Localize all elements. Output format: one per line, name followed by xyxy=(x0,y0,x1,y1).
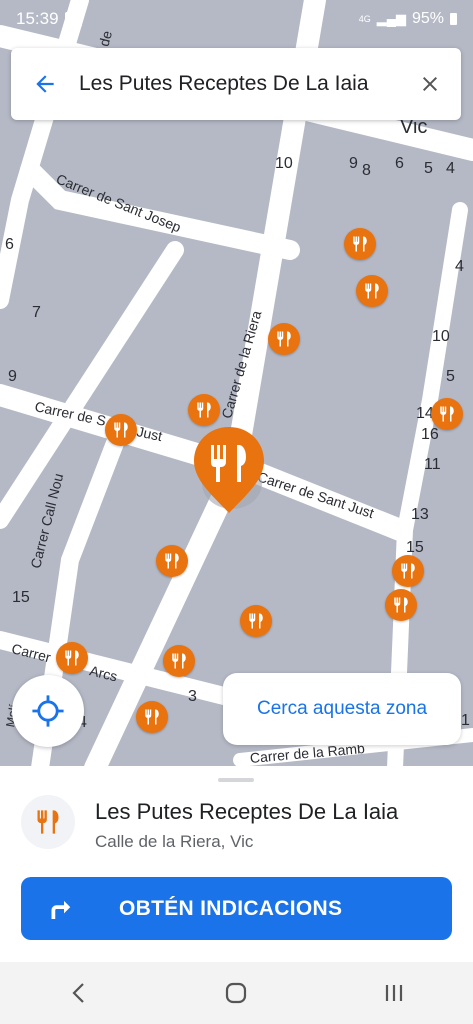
fork-knife-icon xyxy=(401,563,415,579)
signal-icon: ▂▄▆ xyxy=(376,11,406,26)
battery-icon xyxy=(450,13,457,25)
fork-knife-icon xyxy=(145,709,159,725)
search-this-area-button[interactable]: Cerca aquesta zona xyxy=(223,673,461,745)
restaurant-pin[interactable] xyxy=(163,645,195,677)
fork-knife-icon xyxy=(114,422,128,438)
clear-button[interactable] xyxy=(399,72,461,96)
fork-knife-icon xyxy=(249,613,263,629)
house-number: 6 xyxy=(395,155,404,172)
directions-label: OBTÉN INDICACIONS xyxy=(119,896,343,920)
clock: 15:39 xyxy=(16,9,59,28)
chevron-left-icon xyxy=(72,983,84,1003)
house-number: 5 xyxy=(424,160,433,177)
network-type: 4G xyxy=(358,14,371,24)
fork-knife-icon xyxy=(277,331,291,347)
restaurant-pin[interactable] xyxy=(344,228,376,260)
restaurant-pin[interactable] xyxy=(188,394,220,426)
fork-knife-icon xyxy=(197,402,211,418)
house-number: 7 xyxy=(32,304,41,321)
nav-home-button[interactable] xyxy=(206,981,266,1005)
sheet-handle[interactable] xyxy=(218,778,254,782)
house-number: 10 xyxy=(432,328,450,345)
house-number: 8 xyxy=(362,162,371,179)
restaurant-pin[interactable] xyxy=(56,642,88,674)
fork-knife-icon xyxy=(394,597,408,613)
search-query[interactable]: Les Putes Receptes De La Iaia xyxy=(79,72,399,96)
battery-level: 95% xyxy=(411,10,444,27)
house-number: 11 xyxy=(424,456,441,473)
house-number: 9 xyxy=(8,368,17,385)
my-location-button[interactable] xyxy=(12,675,84,747)
get-directions-button[interactable]: OBTÉN INDICACIONS xyxy=(21,877,452,940)
fork-knife-icon xyxy=(353,236,367,252)
restaurant-pin[interactable] xyxy=(385,589,417,621)
restaurant-pin[interactable] xyxy=(268,323,300,355)
restaurant-pin[interactable] xyxy=(105,414,137,446)
recents-icon xyxy=(386,985,403,1001)
house-number: 13 xyxy=(411,506,429,523)
back-button[interactable] xyxy=(11,71,79,97)
house-number: 16 xyxy=(421,426,439,443)
house-number: 4 xyxy=(446,160,455,177)
house-number: 9 xyxy=(349,155,358,172)
fork-knife-icon xyxy=(165,553,179,569)
restaurant-pin[interactable] xyxy=(136,701,168,733)
restaurant-pin[interactable] xyxy=(431,398,463,430)
house-number: 1 xyxy=(461,712,470,729)
place-category-icon xyxy=(21,795,75,849)
house-number: 6 xyxy=(5,236,14,253)
house-number: 10 xyxy=(275,155,293,172)
nav-recents-button[interactable] xyxy=(364,981,424,1005)
fork-knife-icon xyxy=(37,810,59,834)
crosshair-icon xyxy=(32,695,64,727)
close-icon xyxy=(423,77,437,91)
restaurant-pin[interactable] xyxy=(392,555,424,587)
nav-back-button[interactable] xyxy=(49,981,109,1005)
home-icon xyxy=(226,982,247,1004)
image-icon xyxy=(64,11,82,27)
fork-knife-icon xyxy=(440,406,454,422)
search-bar[interactable]: Les Putes Receptes De La Iaia xyxy=(11,48,461,120)
restaurant-pin[interactable] xyxy=(156,545,188,577)
status-bar: 15:39 4G ▂▄▆ 95% xyxy=(0,0,473,38)
house-number: 4 xyxy=(455,258,464,275)
system-nav-bar xyxy=(0,962,473,1024)
fork-knife-icon xyxy=(65,650,79,666)
fork-knife-icon xyxy=(365,283,379,299)
place-name: Les Putes Receptes De La Iaia xyxy=(95,799,399,824)
turn-right-icon xyxy=(51,900,71,919)
place-address: Calle de la Riera, Vic xyxy=(95,832,254,851)
house-number: 15 xyxy=(12,589,30,606)
house-number: 5 xyxy=(446,368,455,385)
house-number: 3 xyxy=(188,688,197,705)
selected-restaurant-pin[interactable] xyxy=(190,425,268,517)
restaurant-pin[interactable] xyxy=(240,605,272,637)
fork-knife-icon xyxy=(172,653,186,669)
arrow-left-icon xyxy=(36,75,54,93)
restaurant-pin[interactable] xyxy=(356,275,388,307)
